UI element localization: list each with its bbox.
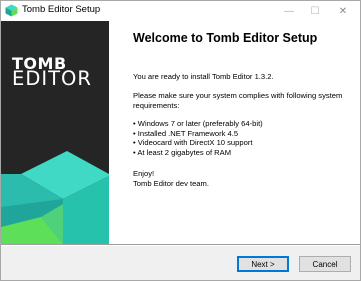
- minimize-button[interactable]: —: [276, 1, 302, 21]
- sidebar-banner: TOMB EDITOR: [1, 21, 109, 244]
- page-title: Welcome to Tomb Editor Setup: [133, 31, 318, 45]
- minimize-icon: —: [284, 5, 294, 17]
- next-button[interactable]: Next >: [237, 256, 289, 272]
- list-item: At least 2 gigabytes of RAM: [133, 148, 263, 158]
- requirements-intro: Please make sure your system complies wi…: [133, 91, 343, 110]
- title-bar[interactable]: Tomb Editor Setup — ☐ ✕: [1, 1, 360, 21]
- cancel-button[interactable]: Cancel: [299, 256, 351, 272]
- close-button[interactable]: ✕: [330, 1, 356, 21]
- close-icon: ✕: [338, 5, 348, 17]
- footer-divider-highlight: [1, 245, 360, 246]
- enjoy-text: Enjoy!: [133, 169, 155, 178]
- content-area: TOMB EDITOR Welcome to Tomb Editor Setup…: [1, 21, 360, 244]
- maximize-icon: ☐: [310, 5, 320, 17]
- list-item: Installed .NET Framework 4.5: [133, 129, 263, 139]
- maximize-button[interactable]: ☐: [302, 1, 328, 21]
- list-item: Videocard with DirectX 10 support: [133, 138, 263, 148]
- logo-line2: EDITOR: [12, 67, 92, 90]
- window-title: Tomb Editor Setup: [22, 4, 101, 15]
- setup-window: Tomb Editor Setup — ☐ ✕ TOMB EDITOR Welc…: [0, 0, 361, 281]
- signature-text: Tomb Editor dev team.: [133, 178, 209, 188]
- ready-text: You are ready to install Tomb Editor 1.3…: [133, 72, 274, 81]
- welcome-panel: Welcome to Tomb Editor Setup You are rea…: [109, 21, 360, 244]
- requirements-list: Windows 7 or later (preferably 64-bit) I…: [133, 119, 263, 158]
- list-item: Windows 7 or later (preferably 64-bit): [133, 119, 263, 129]
- app-icon: [5, 4, 18, 17]
